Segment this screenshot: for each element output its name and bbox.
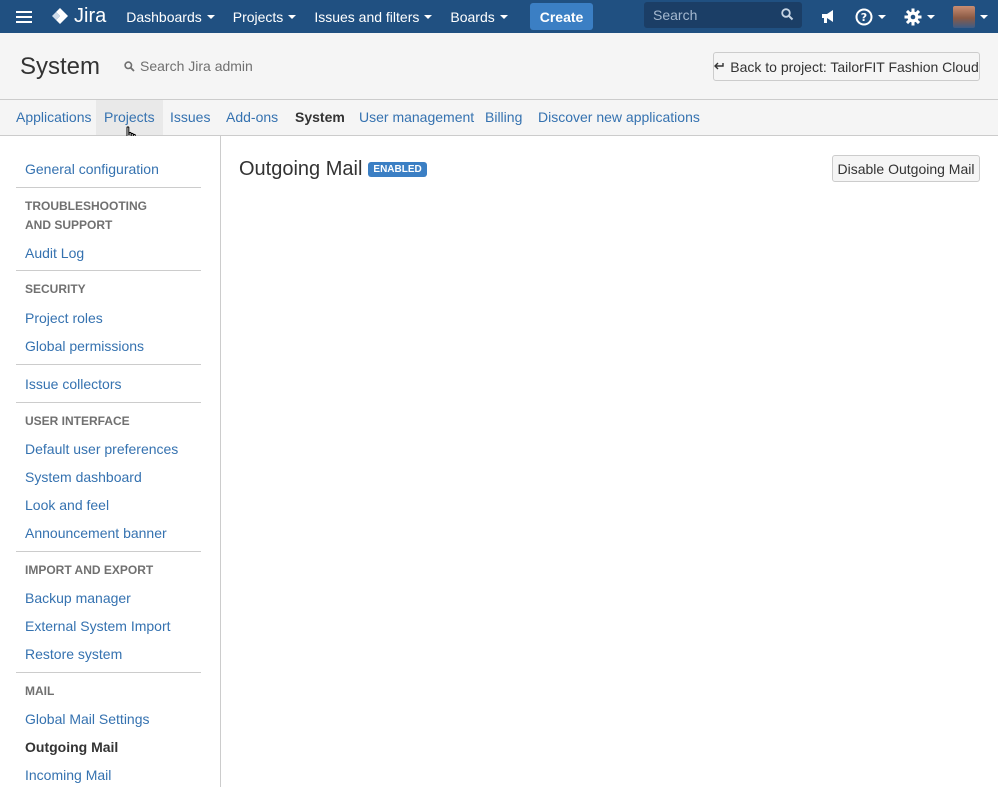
tab-user-management[interactable]: User management bbox=[359, 100, 474, 135]
tab-system[interactable]: System bbox=[295, 100, 345, 135]
tab-discover-new-applications[interactable]: Discover new applications bbox=[538, 100, 700, 135]
chevron-down-icon bbox=[980, 14, 988, 19]
page-title: System bbox=[20, 53, 101, 80]
nav-dashboards[interactable]: Dashboards bbox=[126, 9, 215, 25]
main-title: Outgoing Mail bbox=[239, 158, 363, 180]
jira-logo[interactable]: Jira bbox=[50, 5, 106, 28]
chevron-down-icon bbox=[424, 14, 433, 19]
chevron-down-icon bbox=[499, 14, 508, 19]
admin-search-input[interactable]: Search Jira admin bbox=[124, 58, 253, 74]
sidebar-item-outgoing-mail[interactable]: Outgoing Mail bbox=[25, 739, 118, 755]
search-icon bbox=[781, 8, 794, 21]
nav-projects[interactable]: Projects bbox=[233, 9, 297, 25]
help-icon: ? bbox=[855, 8, 873, 25]
sidebar-item-external-system-import[interactable]: External System Import bbox=[25, 618, 171, 634]
search-input[interactable]: Search bbox=[644, 2, 802, 28]
menu-icon[interactable] bbox=[16, 10, 32, 23]
nav-dashboards-label: Dashboards bbox=[126, 8, 202, 25]
svg-text:?: ? bbox=[861, 11, 867, 24]
sidebar-heading-mail: MAIL bbox=[25, 684, 55, 698]
sidebar-divider bbox=[16, 551, 201, 552]
search-placeholder: Search bbox=[653, 7, 698, 23]
help-button[interactable]: ? bbox=[855, 8, 886, 26]
create-button[interactable]: Create bbox=[529, 3, 594, 30]
main-heading: Outgoing Mail ENABLED bbox=[239, 158, 427, 181]
sidebar-divider bbox=[16, 402, 201, 403]
search-icon bbox=[124, 60, 135, 72]
sidebar-divider bbox=[16, 270, 201, 271]
sidebar-item-global-permissions[interactable]: Global permissions bbox=[25, 338, 144, 354]
sidebar-item-backup-manager[interactable]: Backup manager bbox=[25, 590, 131, 606]
tab-add-ons[interactable]: Add-ons bbox=[226, 100, 278, 135]
nav-issues-label: Issues and filters bbox=[314, 8, 420, 25]
nav-boards[interactable]: Boards bbox=[450, 8, 508, 25]
tab-billing[interactable]: Billing bbox=[485, 100, 522, 135]
sidebar-item-issue-collectors[interactable]: Issue collectors bbox=[25, 376, 121, 392]
gear-icon bbox=[904, 8, 922, 25]
sidebar-heading-security: SECURITY bbox=[25, 282, 86, 296]
jira-logo-icon bbox=[52, 7, 68, 24]
admin-sidebar: General configuration TROUBLESHOOTING AN… bbox=[0, 136, 221, 787]
nav-projects-label: Projects bbox=[232, 8, 284, 25]
nav-issues-and-filters[interactable]: Issues and filters bbox=[314, 8, 433, 25]
sidebar-item-restore-system[interactable]: Restore system bbox=[25, 646, 122, 662]
status-badge: ENABLED bbox=[368, 162, 427, 177]
chevron-down-icon bbox=[206, 14, 215, 19]
sidebar-divider bbox=[16, 672, 201, 673]
sidebar-item-general-configuration[interactable]: General configuration bbox=[25, 161, 159, 177]
logo-text: Jira bbox=[74, 5, 107, 27]
back-arrow-icon bbox=[714, 62, 724, 70]
header-right-icons: ? bbox=[820, 0, 998, 33]
chevron-down-icon bbox=[927, 14, 935, 19]
megaphone-icon bbox=[822, 10, 833, 23]
sidebar-divider bbox=[16, 364, 201, 365]
admin-header: System Search Jira admin Back to project… bbox=[0, 33, 998, 100]
admin-tabs: Applications Projects Issues Add-ons Sys… bbox=[0, 100, 998, 136]
chevron-down-icon bbox=[288, 14, 297, 19]
announcements-button[interactable] bbox=[820, 9, 837, 24]
sidebar-item-project-roles[interactable]: Project roles bbox=[25, 310, 103, 326]
sidebar-item-announcement-banner[interactable]: Announcement banner bbox=[25, 525, 167, 541]
chevron-down-icon bbox=[878, 14, 886, 19]
sidebar-item-look-and-feel[interactable]: Look and feel bbox=[25, 497, 109, 513]
back-to-project-button[interactable]: Back to project: TailorFIT Fashion Cloud bbox=[713, 52, 980, 81]
sidebar-heading-import-export: IMPORT AND EXPORT bbox=[25, 563, 154, 577]
profile-menu[interactable] bbox=[953, 5, 988, 28]
tab-issues[interactable]: Issues bbox=[170, 100, 210, 135]
sidebar-item-global-mail-settings[interactable]: Global Mail Settings bbox=[25, 711, 150, 727]
tab-applications[interactable]: Applications bbox=[16, 100, 92, 135]
back-button-label: Back to project: TailorFIT Fashion Cloud bbox=[730, 58, 979, 75]
sidebar-item-system-dashboard[interactable]: System dashboard bbox=[25, 469, 142, 485]
settings-button[interactable] bbox=[904, 8, 935, 26]
sidebar-item-default-user-preferences[interactable]: Default user preferences bbox=[25, 441, 178, 457]
sidebar-heading-troubleshooting: TROUBLESHOOTING AND SUPPORT bbox=[25, 199, 147, 232]
admin-search-placeholder: Search Jira admin bbox=[140, 58, 253, 74]
avatar bbox=[953, 5, 975, 28]
sidebar-item-audit-log[interactable]: Audit Log bbox=[25, 245, 84, 261]
disable-outgoing-mail-button[interactable]: Disable Outgoing Mail bbox=[832, 155, 980, 182]
sidebar-divider bbox=[16, 187, 201, 188]
nav-boards-label: Boards bbox=[450, 8, 495, 25]
top-navigation-bar: Jira Dashboards Projects Issues and filt… bbox=[0, 0, 998, 33]
sidebar-item-incoming-mail[interactable]: Incoming Mail bbox=[25, 767, 111, 783]
sidebar-heading-user-interface: USER INTERFACE bbox=[25, 414, 130, 428]
